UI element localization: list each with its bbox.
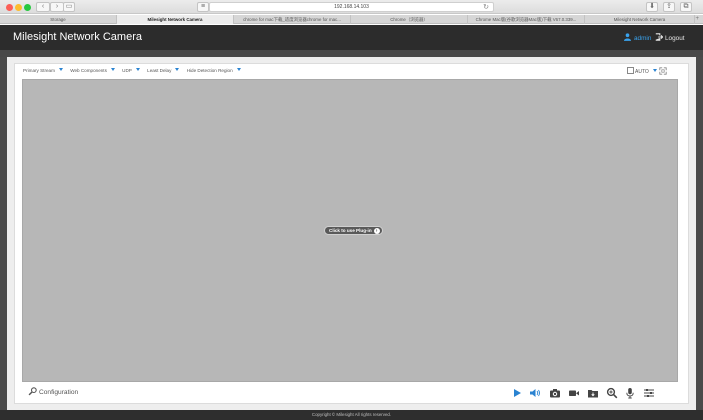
close-window-icon[interactable] bbox=[6, 4, 13, 11]
aspect-label: AUTO bbox=[635, 69, 649, 75]
reader-icon[interactable]: ≡ bbox=[197, 2, 209, 12]
use-plugin-label: Click to use Plug-in bbox=[329, 228, 372, 233]
chevron-down-icon bbox=[652, 69, 657, 72]
user-name: admin bbox=[634, 35, 652, 42]
footer: Copyright © Milesight All rights reserve… bbox=[0, 410, 703, 420]
address-text: 192.168.14.103 bbox=[334, 4, 369, 10]
save-folder-icon[interactable] bbox=[587, 386, 599, 398]
configuration-link[interactable]: Configuration bbox=[28, 387, 78, 397]
record-icon[interactable] bbox=[568, 386, 580, 398]
web-components-label: Web Components bbox=[70, 68, 107, 73]
configuration-label: Configuration bbox=[39, 389, 79, 396]
wrench-icon bbox=[28, 387, 37, 396]
back-icon[interactable]: ‹ bbox=[36, 2, 50, 12]
use-plugin-button[interactable]: Click to use Plug-in › bbox=[324, 226, 383, 235]
browser-tab[interactable]: chrome for mac下载_适度浏览器chrome for mac... bbox=[234, 15, 351, 24]
zoom-icon[interactable] bbox=[606, 386, 618, 399]
browser-tab-active[interactable]: Milesight Network Camera bbox=[117, 15, 234, 24]
aspect-ratio-icon bbox=[627, 67, 634, 74]
new-tab-icon[interactable]: + bbox=[695, 15, 699, 24]
microphone-icon[interactable] bbox=[624, 386, 636, 399]
aspect-select[interactable]: AUTO bbox=[627, 67, 657, 76]
fullscreen-icon[interactable] bbox=[659, 67, 667, 75]
download-icon[interactable]: ⬇ bbox=[646, 2, 658, 12]
protocol-label: UDP bbox=[122, 68, 132, 73]
detection-region-select[interactable]: Hide Detection Region bbox=[187, 67, 241, 75]
delay-select[interactable]: Least Delay bbox=[147, 67, 180, 75]
logout-label: Logout bbox=[665, 35, 685, 42]
arrow-right-icon: › bbox=[373, 228, 380, 234]
forward-icon[interactable]: › bbox=[50, 2, 64, 12]
browser-titlebar: ‹ › ▭ ≡ 192.168.14.103 ↻ ⬇ ⇪ ⧉ bbox=[0, 0, 703, 14]
tabs-overview-icon[interactable]: ⧉ bbox=[680, 2, 692, 12]
detection-region-label: Hide Detection Region bbox=[186, 68, 233, 73]
delay-label: Least Delay bbox=[147, 68, 172, 73]
logout-button[interactable]: Logout bbox=[655, 33, 685, 42]
logout-icon bbox=[655, 33, 663, 41]
adjust-icon[interactable] bbox=[643, 386, 655, 398]
browser-tab[interactable]: Chrome（浏览器） bbox=[351, 15, 468, 24]
chevron-down-icon bbox=[175, 68, 180, 71]
snapshot-icon[interactable] bbox=[549, 386, 561, 398]
primary-stream-select[interactable]: Primary Stream bbox=[23, 67, 63, 75]
right-frame bbox=[696, 57, 703, 410]
minimize-window-icon[interactable] bbox=[15, 4, 22, 11]
chevron-down-icon bbox=[236, 68, 241, 71]
app-header: Milesight Network Camera admin Logout bbox=[0, 25, 703, 50]
browser-tab[interactable]: Milesight Network Camera bbox=[585, 15, 695, 24]
primary-stream-label: Primary Stream bbox=[23, 68, 55, 73]
browser-tab[interactable]: Chrome Mac版(谷歌浏览器Mac版)下载 V67.0.339... bbox=[468, 15, 585, 24]
browser-tabbar: Storage Milesight Network Camera chrome … bbox=[0, 15, 703, 24]
copyright-text: Copyright © Milesight All rights reserve… bbox=[311, 412, 392, 417]
left-frame bbox=[0, 57, 7, 410]
header-subbar bbox=[0, 50, 703, 57]
volume-icon[interactable] bbox=[529, 386, 541, 398]
brand-title: Milesight Network Camera bbox=[13, 31, 142, 43]
user-menu[interactable]: admin bbox=[624, 33, 651, 42]
sidebar-icon[interactable]: ▭ bbox=[63, 2, 75, 12]
protocol-select[interactable]: UDP bbox=[122, 67, 140, 75]
web-components-select[interactable]: Web Components bbox=[70, 67, 115, 75]
address-bar[interactable]: 192.168.14.103 ↻ bbox=[209, 2, 494, 12]
maximize-window-icon[interactable] bbox=[24, 4, 31, 11]
chevron-down-icon bbox=[135, 68, 140, 71]
share-icon[interactable]: ⇪ bbox=[663, 2, 675, 12]
chevron-down-icon bbox=[58, 68, 63, 71]
browser-tab[interactable]: Storage bbox=[0, 15, 117, 24]
chevron-down-icon bbox=[110, 68, 115, 71]
reload-icon[interactable]: ↻ bbox=[483, 3, 489, 12]
user-icon bbox=[624, 33, 631, 41]
stream-controls: Primary Stream Web Components UDP Least … bbox=[23, 67, 247, 75]
play-icon[interactable] bbox=[511, 386, 523, 398]
